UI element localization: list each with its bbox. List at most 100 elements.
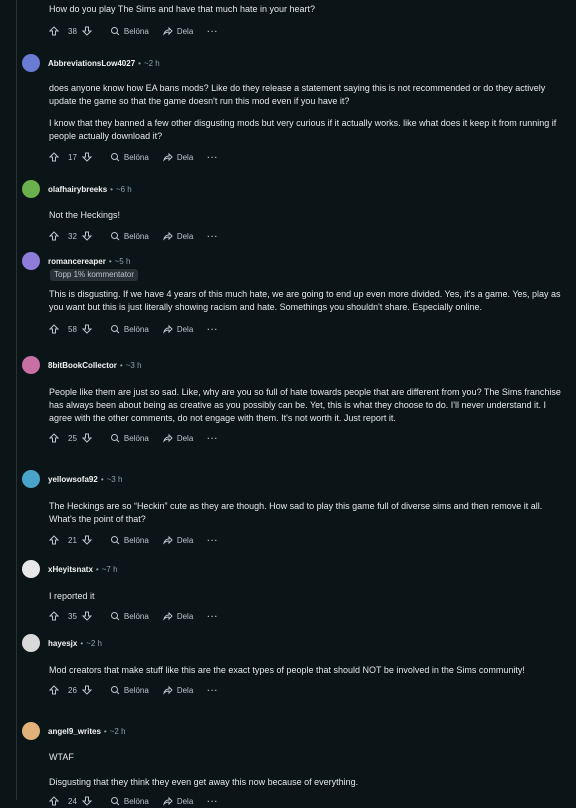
share-button[interactable]: Dela bbox=[162, 433, 194, 443]
timestamp[interactable]: ~2 h bbox=[144, 59, 160, 68]
more-options-button[interactable]: ··· bbox=[207, 797, 218, 806]
award-icon bbox=[110, 232, 120, 241]
downvote-icon[interactable] bbox=[81, 685, 92, 695]
upvote-icon[interactable] bbox=[49, 611, 59, 621]
share-label: Dela bbox=[176, 796, 194, 806]
username[interactable]: yellowsofa92 bbox=[48, 475, 98, 484]
avatar[interactable] bbox=[22, 356, 40, 374]
share-button[interactable]: Dela bbox=[162, 685, 193, 695]
username[interactable]: xHeyitsnatx bbox=[48, 565, 93, 574]
more-options-button[interactable]: ··· bbox=[207, 27, 218, 36]
more-options-button[interactable]: ··· bbox=[207, 325, 218, 334]
comment: AbbreviationsLow4027 • ~2 h does anyone kno… bbox=[22, 54, 562, 164]
upvote-icon[interactable] bbox=[49, 433, 59, 443]
username[interactable]: olafhairybreeks bbox=[48, 185, 107, 194]
share-button[interactable]: Dela bbox=[162, 231, 193, 241]
avatar[interactable] bbox=[22, 470, 40, 488]
comment-paragraph: I know that they banned a few other disg… bbox=[49, 118, 557, 141]
comment-body: does anyone know how EA bans mods? Like … bbox=[49, 82, 562, 143]
more-options-button[interactable]: ··· bbox=[207, 232, 218, 241]
share-button[interactable]: Dela bbox=[162, 26, 193, 36]
upvote-icon[interactable] bbox=[49, 152, 59, 162]
downvote-icon[interactable] bbox=[81, 152, 92, 162]
downvote-icon[interactable] bbox=[81, 324, 92, 334]
username[interactable]: hayesjx bbox=[48, 639, 77, 648]
reward-label: Belöna bbox=[123, 231, 149, 241]
share-icon bbox=[162, 535, 173, 545]
timestamp[interactable]: ~2 h bbox=[110, 727, 126, 736]
downvote-icon[interactable] bbox=[81, 535, 92, 545]
reward-button[interactable]: Belöna bbox=[110, 796, 149, 806]
separator-dot: • bbox=[95, 564, 99, 574]
separator-dot: • bbox=[108, 256, 112, 266]
avatar[interactable] bbox=[22, 560, 40, 578]
upvote-icon[interactable] bbox=[49, 685, 59, 695]
more-options-button[interactable]: ··· bbox=[207, 536, 218, 545]
avatar[interactable] bbox=[22, 180, 40, 198]
avatar[interactable] bbox=[22, 634, 40, 652]
share-icon bbox=[162, 324, 173, 334]
comment-header: 8bitBookCollector • ~3 h bbox=[22, 356, 562, 374]
more-options-button[interactable]: ··· bbox=[207, 153, 218, 162]
share-label: Dela bbox=[176, 433, 194, 443]
upvote-icon[interactable] bbox=[49, 535, 59, 545]
comment-actions: 32 Belöna Dela ··· bbox=[49, 229, 562, 243]
username[interactable]: AbbreviationsLow4027 bbox=[48, 59, 135, 68]
share-label: Dela bbox=[176, 535, 194, 545]
timestamp[interactable]: ~7 h bbox=[102, 565, 118, 574]
downvote-icon[interactable] bbox=[81, 231, 92, 241]
username[interactable]: romancereaper bbox=[48, 257, 106, 266]
share-label: Dela bbox=[176, 611, 194, 621]
upvote-icon[interactable] bbox=[49, 796, 59, 806]
award-icon bbox=[110, 797, 120, 806]
separator-dot: • bbox=[138, 58, 141, 68]
avatar[interactable] bbox=[22, 252, 40, 270]
avatar[interactable] bbox=[22, 722, 40, 740]
reward-button[interactable]: Belöna bbox=[110, 152, 149, 162]
comment-header: hayesjx • ~2 h bbox=[22, 634, 562, 652]
comment-paragraph: WTAF bbox=[49, 752, 74, 762]
vote-score: 17 bbox=[68, 152, 77, 162]
timestamp[interactable]: ~3 h bbox=[126, 361, 142, 370]
downvote-icon[interactable] bbox=[81, 26, 92, 36]
reward-button[interactable]: Belöna bbox=[110, 324, 149, 334]
comment-paragraph: People like them are just so sad. Like, … bbox=[49, 387, 561, 423]
downvote-icon[interactable] bbox=[81, 611, 92, 621]
timestamp[interactable]: ~3 h bbox=[107, 475, 123, 484]
timestamp[interactable]: ~6 h bbox=[116, 185, 132, 194]
vote-score: 26 bbox=[68, 685, 77, 695]
timestamp[interactable]: ~2 h bbox=[86, 639, 102, 648]
username[interactable]: 8bitBookCollector bbox=[48, 361, 117, 370]
comment-paragraph: This is disgusting. If we have 4 years o… bbox=[49, 289, 561, 312]
username[interactable]: angel9_writes bbox=[48, 727, 101, 736]
share-button[interactable]: Dela bbox=[162, 324, 193, 334]
upvote-icon[interactable] bbox=[49, 26, 59, 36]
vote-group: 35 bbox=[49, 611, 96, 621]
comment-body: This is disgusting. If we have 4 years o… bbox=[49, 288, 562, 314]
downvote-icon[interactable] bbox=[81, 796, 92, 806]
reward-button[interactable]: Belöna bbox=[110, 535, 149, 545]
avatar[interactable] bbox=[22, 54, 40, 72]
upvote-icon[interactable] bbox=[49, 231, 59, 241]
comment: angel9_writes • ~2 h WTAF Disgusting that th… bbox=[22, 722, 562, 808]
more-options-button[interactable]: ··· bbox=[207, 686, 218, 695]
upvote-icon[interactable] bbox=[49, 324, 59, 334]
reward-button[interactable]: Belöna bbox=[110, 685, 149, 695]
share-button[interactable]: Dela bbox=[162, 535, 194, 545]
share-button[interactable]: Dela bbox=[162, 152, 193, 162]
reward-button[interactable]: Belöna bbox=[110, 611, 149, 621]
share-button[interactable]: Dela bbox=[162, 611, 194, 621]
timestamp[interactable]: ~5 h bbox=[115, 257, 131, 266]
more-options-button[interactable]: ··· bbox=[207, 612, 218, 621]
share-icon bbox=[162, 26, 173, 36]
reward-button[interactable]: Belöna bbox=[110, 433, 149, 443]
reward-label: Belöna bbox=[123, 611, 149, 621]
share-button[interactable]: Dela bbox=[162, 796, 194, 806]
comment-paragraph: does anyone know how EA bans mods? Like … bbox=[49, 83, 546, 106]
reward-button[interactable]: Belöna bbox=[110, 26, 149, 36]
more-options-button[interactable]: ··· bbox=[207, 434, 218, 443]
reward-button[interactable]: Belöna bbox=[110, 231, 149, 241]
vote-group: 24 bbox=[49, 796, 96, 806]
downvote-icon[interactable] bbox=[81, 433, 92, 443]
vote-group: 21 bbox=[49, 535, 96, 545]
